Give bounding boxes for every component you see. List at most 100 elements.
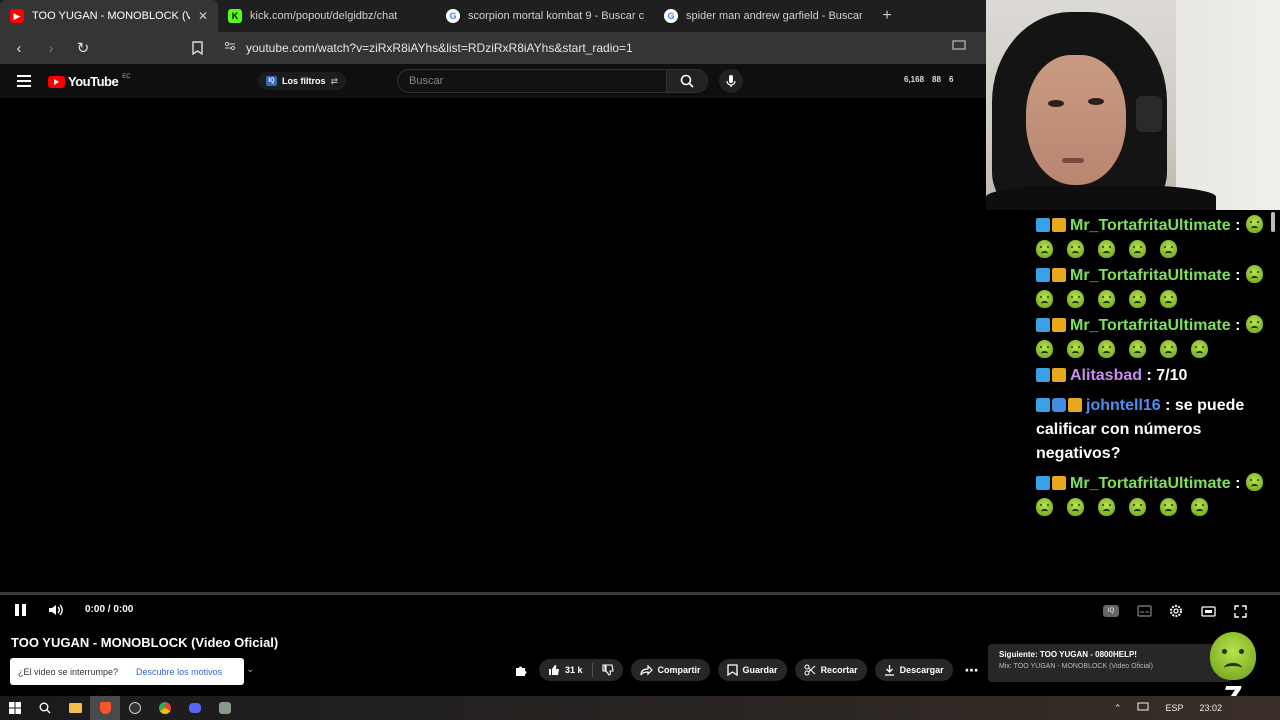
chat-username[interactable]: Alitasbad	[1070, 367, 1142, 384]
chat-username[interactable]: Mr_TortafritaUltimate	[1070, 317, 1231, 334]
url-field[interactable]: youtube.com/watch?v=ziRxR8iAYhs&list=RDz…	[218, 36, 978, 60]
subtitles-button[interactable]	[1136, 602, 1152, 620]
sad-emote-icon	[1098, 240, 1115, 258]
chrome-icon[interactable]	[150, 696, 180, 720]
iq-button[interactable]: IQ	[1102, 602, 1120, 620]
chat-username[interactable]: Mr_TortafritaUltimate	[1070, 475, 1231, 492]
tab-google-spiderman[interactable]: G spider man andrew garfield - Buscar	[654, 0, 872, 32]
settings-button[interactable]	[1168, 602, 1184, 620]
more-actions-button[interactable]: ⋯	[961, 659, 984, 681]
subtitles-icon	[1136, 605, 1152, 617]
volume-icon	[49, 604, 63, 616]
logo-text: YouTube	[68, 74, 119, 89]
blue-badge-icon	[1036, 398, 1050, 412]
reload-icon[interactable]: ↻	[74, 39, 92, 57]
next-title: Siguiente: TOO YUGAN - 0800HELP!	[999, 650, 1137, 659]
back-icon[interactable]: ‹	[10, 39, 28, 57]
user-badges	[1036, 268, 1066, 282]
chat-text: :	[1230, 317, 1241, 334]
clip-label: Recortar	[820, 665, 858, 675]
google-icon: G	[446, 9, 460, 23]
search-button[interactable]	[666, 69, 708, 93]
chat-username[interactable]: Mr_TortafritaUltimate	[1070, 217, 1231, 234]
volume-button[interactable]	[47, 601, 65, 624]
clock[interactable]: 23:02	[1199, 703, 1222, 713]
share-button[interactable]: Compartir	[630, 659, 710, 681]
webcam-eye-left	[1048, 100, 1064, 107]
youtube-play-icon	[48, 75, 65, 88]
sad-emote-icon	[1210, 632, 1256, 680]
more-icon: ⋯	[964, 661, 980, 678]
chevron-up-icon[interactable]: ⌃	[1114, 703, 1122, 714]
extension-button[interactable]	[510, 659, 531, 681]
network-icon[interactable]	[1137, 702, 1149, 714]
playback-info-banner: ¿El video se interrumpe? Descubre los mo…	[10, 658, 244, 685]
search-input[interactable]: Buscar	[397, 69, 667, 93]
voice-search-button[interactable]	[719, 69, 743, 93]
sad-emote-icon	[1036, 240, 1053, 258]
save-label: Guardar	[742, 665, 778, 675]
thumbs-down-icon[interactable]	[601, 664, 614, 676]
file-explorer-icon[interactable]	[60, 696, 90, 720]
tab-youtube[interactable]: ▶ TOO YUGAN - MONOBLOCK (Vi ✕	[0, 0, 218, 32]
emote-row	[1036, 240, 1278, 258]
chat-username[interactable]: johntell16	[1086, 397, 1161, 414]
site-info-icon[interactable]	[224, 39, 236, 57]
sad-emote-icon	[1036, 498, 1053, 516]
video-player[interactable]	[0, 98, 986, 626]
player-controls: 0:00 / 0:00 IQ	[0, 598, 1280, 624]
webcam-face	[1026, 55, 1126, 185]
blue-badge-icon	[1036, 476, 1050, 490]
obs-icon[interactable]	[120, 696, 150, 720]
fullscreen-button[interactable]	[1232, 602, 1248, 620]
info-link[interactable]: Descubre los motivos	[136, 667, 222, 677]
youtube-logo[interactable]: YouTube EC	[48, 74, 131, 89]
clip-button[interactable]: Recortar	[794, 659, 867, 681]
chat-scrollbar[interactable]	[1271, 212, 1275, 232]
kick-icon: K	[228, 9, 242, 23]
sad-emote-icon	[1191, 340, 1208, 358]
cast-icon[interactable]	[952, 40, 966, 54]
emote-row	[1036, 290, 1278, 308]
sad-emote-icon	[1129, 340, 1146, 358]
extension-stats: 6,168 88 6	[904, 75, 953, 84]
chat-message: Mr_TortafritaUltimate :	[1036, 214, 1278, 258]
tab-kick-chat[interactable]: K kick.com/popout/delgidbz/chat	[218, 0, 436, 32]
close-tab-icon[interactable]: ✕	[198, 9, 208, 23]
search-icon	[680, 74, 694, 88]
bookmark-icon[interactable]	[188, 39, 206, 57]
menu-icon[interactable]	[17, 75, 31, 87]
video-title: TOO YUGAN - MONOBLOCK (Video Oficial)	[11, 635, 279, 650]
chat-message: Mr_TortafritaUltimate :	[1036, 472, 1278, 516]
stat-likes: 88	[932, 75, 941, 84]
up-next-card[interactable]: Siguiente: TOO YUGAN - 0800HELP! Mix: TO…	[988, 644, 1232, 682]
theater-mode-button[interactable]	[1200, 602, 1216, 620]
chat-username[interactable]: Mr_TortafritaUltimate	[1070, 267, 1231, 284]
download-button[interactable]: Descargar	[874, 659, 953, 681]
divider	[591, 663, 593, 677]
sad-emote-icon	[1098, 498, 1115, 516]
chevron-down-icon[interactable]: ⌄	[246, 664, 254, 675]
puzzle-icon	[516, 666, 527, 676]
forward-icon[interactable]: ›	[42, 39, 60, 57]
pause-button[interactable]	[15, 604, 26, 616]
sad-emote-icon	[1098, 290, 1115, 308]
app-icon[interactable]	[210, 696, 240, 720]
like-button[interactable]: 31 k	[539, 659, 623, 681]
save-button[interactable]: Guardar	[717, 659, 787, 681]
sad-emote-icon	[1129, 240, 1146, 258]
brave-browser-icon[interactable]	[90, 696, 120, 720]
search-icon[interactable]	[30, 696, 60, 720]
discord-icon[interactable]	[180, 696, 210, 720]
chat-message: Mr_TortafritaUltimate :	[1036, 264, 1278, 308]
share-label: Compartir	[657, 665, 701, 675]
progress-bar[interactable]	[0, 592, 1280, 595]
tab-label: spider man andrew garfield - Buscar	[686, 10, 862, 22]
tab-google-scorpion[interactable]: G scorpion mortal kombat 9 - Buscar c	[436, 0, 654, 32]
youtube-header: YouTube EC IQ Los filtros ⇄ Buscar 6,168…	[0, 64, 986, 98]
new-tab-button[interactable]: +	[872, 0, 902, 32]
chat-text: :	[1230, 217, 1241, 234]
windows-start-icon[interactable]	[0, 696, 30, 720]
language-indicator[interactable]: ESP	[1165, 703, 1183, 713]
filters-button[interactable]: IQ Los filtros ⇄	[258, 72, 347, 90]
